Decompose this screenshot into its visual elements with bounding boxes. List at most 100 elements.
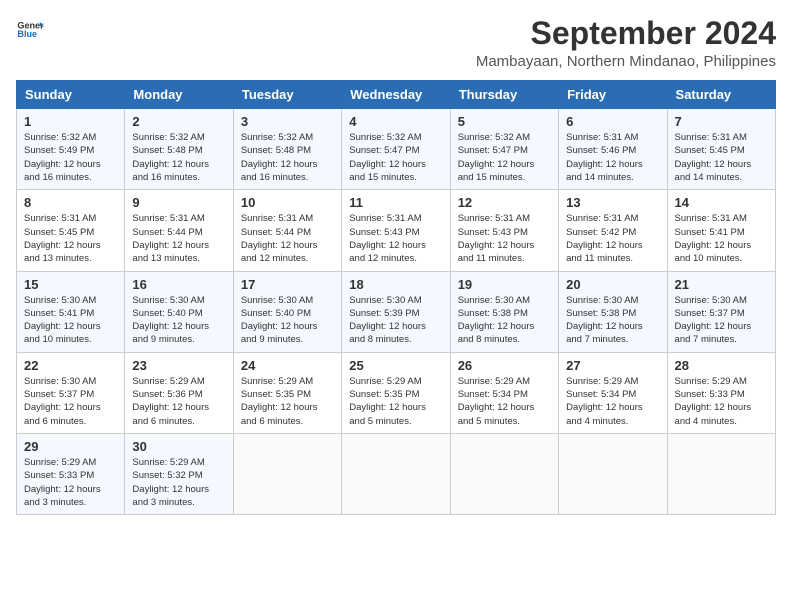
day-detail: Sunrise: 5:29 AM Sunset: 5:36 PM Dayligh… — [132, 375, 225, 428]
svg-text:Blue: Blue — [17, 29, 37, 39]
weekday-header-tuesday: Tuesday — [233, 81, 341, 109]
calendar-day-cell: 20 Sunrise: 5:30 AM Sunset: 5:38 PM Dayli… — [559, 271, 667, 352]
day-detail: Sunrise: 5:32 AM Sunset: 5:48 PM Dayligh… — [132, 131, 225, 184]
day-detail: Sunrise: 5:30 AM Sunset: 5:37 PM Dayligh… — [24, 375, 117, 428]
calendar-week-row: 8Sunrise: 5:31 AM Sunset: 5:45 PM Daylig… — [17, 190, 776, 271]
day-detail: Sunrise: 5:31 AM Sunset: 5:44 PM Dayligh… — [132, 212, 225, 265]
day-detail: Sunrise: 5:31 AM Sunset: 5:44 PM Dayligh… — [241, 212, 334, 265]
day-number: 24 — [241, 358, 334, 373]
day-detail: Sunrise: 5:31 AM Sunset: 5:46 PM Dayligh… — [566, 131, 659, 184]
day-number: 2 — [132, 114, 225, 129]
day-detail: Sunrise: 5:32 AM Sunset: 5:47 PM Dayligh… — [349, 131, 442, 184]
calendar-day-cell: 12Sunrise: 5:31 AM Sunset: 5:43 PM Dayli… — [450, 190, 558, 271]
calendar-day-cell: 26Sunrise: 5:29 AM Sunset: 5:34 PM Dayli… — [450, 352, 558, 433]
day-detail: Sunrise: 5:31 AM Sunset: 5:42 PM Dayligh… — [566, 212, 659, 265]
day-number: 28 — [675, 358, 768, 373]
day-number: 21 — [675, 277, 768, 292]
day-detail: Sunrise: 5:29 AM Sunset: 5:35 PM Dayligh… — [241, 375, 334, 428]
calendar-day-cell — [342, 433, 450, 514]
day-detail: Sunrise: 5:29 AM Sunset: 5:33 PM Dayligh… — [24, 456, 117, 509]
weekday-header-row: SundayMondayTuesdayWednesdayThursdayFrid… — [17, 81, 776, 109]
weekday-header-thursday: Thursday — [450, 81, 558, 109]
calendar-day-cell: 7 Sunrise: 5:31 AM Sunset: 5:45 PM Daylig… — [667, 109, 775, 190]
day-detail: Sunrise: 5:29 AM Sunset: 5:34 PM Dayligh… — [566, 375, 659, 428]
calendar-day-cell: 15 Sunrise: 5:30 AM Sunset: 5:41 PM Dayli… — [17, 271, 125, 352]
day-number: 9 — [132, 195, 225, 210]
calendar-week-row: 1 Sunrise: 5:32 AM Sunset: 5:49 PM Daylig… — [17, 109, 776, 190]
calendar-day-cell: 5Sunrise: 5:32 AM Sunset: 5:47 PM Daylig… — [450, 109, 558, 190]
title-section: September 2024 Mambayaan, Northern Minda… — [476, 16, 776, 70]
day-detail: Sunrise: 5:31 AM Sunset: 5:41 PM Dayligh… — [675, 212, 768, 265]
day-detail: Sunrise: 5:30 AM Sunset: 5:39 PM Dayligh… — [349, 294, 442, 347]
calendar-day-cell: 27 Sunrise: 5:29 AM Sunset: 5:34 PM Dayli… — [559, 352, 667, 433]
calendar-day-cell: 9 Sunrise: 5:31 AM Sunset: 5:44 PM Daylig… — [125, 190, 233, 271]
day-detail: Sunrise: 5:30 AM Sunset: 5:40 PM Dayligh… — [132, 294, 225, 347]
calendar-day-cell: 30 Sunrise: 5:29 AM Sunset: 5:32 PM Dayli… — [125, 433, 233, 514]
day-number: 23 — [132, 358, 225, 373]
day-detail: Sunrise: 5:30 AM Sunset: 5:40 PM Dayligh… — [241, 294, 334, 347]
day-detail: Sunrise: 5:30 AM Sunset: 5:38 PM Dayligh… — [566, 294, 659, 347]
day-detail: Sunrise: 5:31 AM Sunset: 5:43 PM Dayligh… — [349, 212, 442, 265]
calendar-day-cell: 3 Sunrise: 5:32 AM Sunset: 5:48 PM Daylig… — [233, 109, 341, 190]
calendar-day-cell: 24 Sunrise: 5:29 AM Sunset: 5:35 PM Dayli… — [233, 352, 341, 433]
day-detail: Sunrise: 5:29 AM Sunset: 5:33 PM Dayligh… — [675, 375, 768, 428]
calendar-week-row: 29Sunrise: 5:29 AM Sunset: 5:33 PM Dayli… — [17, 433, 776, 514]
day-number: 27 — [566, 358, 659, 373]
calendar-day-cell — [450, 433, 558, 514]
day-number: 1 — [24, 114, 117, 129]
calendar-day-cell: 10 Sunrise: 5:31 AM Sunset: 5:44 PM Dayli… — [233, 190, 341, 271]
logo: General Blue — [16, 16, 44, 44]
location-subtitle: Mambayaan, Northern Mindanao, Philippine… — [476, 53, 776, 70]
day-number: 16 — [132, 277, 225, 292]
page-header: General Blue September 2024 Mambayaan, N… — [16, 16, 776, 70]
calendar-day-cell: 2 Sunrise: 5:32 AM Sunset: 5:48 PM Daylig… — [125, 109, 233, 190]
day-number: 11 — [349, 195, 442, 210]
weekday-header-sunday: Sunday — [17, 81, 125, 109]
day-detail: Sunrise: 5:32 AM Sunset: 5:49 PM Dayligh… — [24, 131, 117, 184]
day-number: 14 — [675, 195, 768, 210]
weekday-header-saturday: Saturday — [667, 81, 775, 109]
day-detail: Sunrise: 5:30 AM Sunset: 5:38 PM Dayligh… — [458, 294, 551, 347]
day-number: 12 — [458, 195, 551, 210]
day-detail: Sunrise: 5:29 AM Sunset: 5:35 PM Dayligh… — [349, 375, 442, 428]
weekday-header-friday: Friday — [559, 81, 667, 109]
day-number: 25 — [349, 358, 442, 373]
day-detail: Sunrise: 5:31 AM Sunset: 5:45 PM Dayligh… — [675, 131, 768, 184]
calendar-day-cell: 16 Sunrise: 5:30 AM Sunset: 5:40 PM Dayli… — [125, 271, 233, 352]
day-detail: Sunrise: 5:32 AM Sunset: 5:48 PM Dayligh… — [241, 131, 334, 184]
weekday-header-wednesday: Wednesday — [342, 81, 450, 109]
calendar-week-row: 15 Sunrise: 5:30 AM Sunset: 5:41 PM Dayli… — [17, 271, 776, 352]
calendar-table: SundayMondayTuesdayWednesdayThursdayFrid… — [16, 80, 776, 515]
calendar-day-cell — [233, 433, 341, 514]
calendar-day-cell: 23 Sunrise: 5:29 AM Sunset: 5:36 PM Dayli… — [125, 352, 233, 433]
calendar-day-cell: 1 Sunrise: 5:32 AM Sunset: 5:49 PM Daylig… — [17, 109, 125, 190]
calendar-day-cell: 29Sunrise: 5:29 AM Sunset: 5:33 PM Dayli… — [17, 433, 125, 514]
day-number: 17 — [241, 277, 334, 292]
day-number: 6 — [566, 114, 659, 129]
day-number: 20 — [566, 277, 659, 292]
calendar-day-cell: 18 Sunrise: 5:30 AM Sunset: 5:39 PM Dayli… — [342, 271, 450, 352]
calendar-day-cell: 19Sunrise: 5:30 AM Sunset: 5:38 PM Dayli… — [450, 271, 558, 352]
calendar-day-cell: 13Sunrise: 5:31 AM Sunset: 5:42 PM Dayli… — [559, 190, 667, 271]
day-number: 7 — [675, 114, 768, 129]
day-detail: Sunrise: 5:29 AM Sunset: 5:34 PM Dayligh… — [458, 375, 551, 428]
day-detail: Sunrise: 5:29 AM Sunset: 5:32 PM Dayligh… — [132, 456, 225, 509]
day-number: 4 — [349, 114, 442, 129]
calendar-day-cell — [559, 433, 667, 514]
weekday-header-monday: Monday — [125, 81, 233, 109]
calendar-day-cell: 17 Sunrise: 5:30 AM Sunset: 5:40 PM Dayli… — [233, 271, 341, 352]
day-number: 30 — [132, 439, 225, 454]
day-detail: Sunrise: 5:30 AM Sunset: 5:41 PM Dayligh… — [24, 294, 117, 347]
day-number: 15 — [24, 277, 117, 292]
month-title: September 2024 — [476, 16, 776, 51]
logo-icon: General Blue — [16, 16, 44, 44]
day-number: 18 — [349, 277, 442, 292]
day-detail: Sunrise: 5:30 AM Sunset: 5:37 PM Dayligh… — [675, 294, 768, 347]
day-number: 10 — [241, 195, 334, 210]
day-number: 3 — [241, 114, 334, 129]
calendar-day-cell: 11 Sunrise: 5:31 AM Sunset: 5:43 PM Dayli… — [342, 190, 450, 271]
day-number: 8 — [24, 195, 117, 210]
calendar-day-cell: 6 Sunrise: 5:31 AM Sunset: 5:46 PM Daylig… — [559, 109, 667, 190]
day-number: 22 — [24, 358, 117, 373]
calendar-day-cell: 25 Sunrise: 5:29 AM Sunset: 5:35 PM Dayli… — [342, 352, 450, 433]
